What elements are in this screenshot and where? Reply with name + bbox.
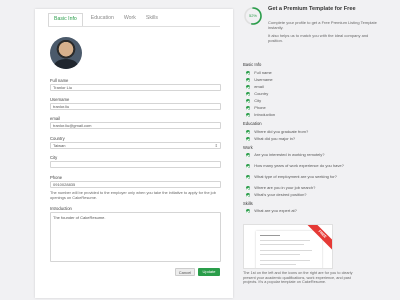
check-icon [246,153,251,158]
doc-line [260,254,300,256]
introduction-label: Introduction [50,206,72,211]
check-icon [246,137,251,142]
country-select-value: Taiwan [53,143,66,148]
checklist-item: Introduction [246,112,366,118]
update-button[interactable]: Update [198,268,220,276]
checklist-item: Phone [246,105,366,111]
doc-line [260,250,312,252]
phone-label: Phone [50,175,63,180]
tab-bar: Basic Info Education Work Skills [48,13,168,27]
check-icon [246,130,251,135]
checklist-work-title: Work [243,145,253,150]
tab-work[interactable]: Work [124,13,136,27]
tab-divider [48,26,220,27]
phone-note: The number will be provided to the emplo… [50,190,216,200]
avatar[interactable] [50,37,82,69]
template-document [256,231,322,268]
check-icon [246,209,251,214]
checklist-item: Where are you in your job search? [246,185,366,191]
promo-body-line-2: It also helps us to match you with the i… [268,33,369,43]
cancel-button[interactable]: Cancel [175,268,195,276]
checklist-item: What type of employment are you seeking … [246,174,366,180]
doc-line [260,235,280,237]
email-label: email [50,116,61,121]
full-name-input[interactable]: Tranlor Liu [50,84,221,91]
full-name-label: Full name [50,78,69,83]
country-select[interactable]: Taiwan ⇕ [50,142,221,149]
promo-body-line-1: Complete your profile to get a Free Prem… [268,20,377,30]
introduction-textarea[interactable]: The founder of CakeResume. [50,212,221,262]
checklist-skills-title: Skills [243,201,253,206]
doc-line [260,264,296,266]
checklist-item: City [246,98,366,104]
phone-input[interactable]: 0910028835 [50,181,221,188]
check-icon [246,99,251,104]
country-label: Country [50,136,65,141]
checklist-item: What are you expert at? [246,208,366,214]
checklist-basic-title: Basic Info [243,62,262,67]
profile-form-card: Basic Info Education Work Skills Full na… [35,9,233,298]
tab-education[interactable]: Education [91,13,114,27]
check-icon [246,186,251,191]
check-icon [246,106,251,111]
doc-line [260,260,310,262]
check-icon [246,193,251,198]
check-icon [246,78,251,83]
email-input[interactable]: tranlor.liu@gmail.com [50,122,221,129]
checklist-item: What's your desired position? [246,192,366,198]
check-icon [246,113,251,118]
tab-basic-info[interactable]: Basic Info [48,13,83,26]
promo-body: Complete your profile to get a Free Prem… [268,20,380,43]
username-label: Username [50,97,70,102]
check-icon [246,92,251,97]
checklist-item: Username [246,77,366,83]
checklist-item: Full name [246,70,366,76]
promo-title: Get a Premium Template for Free [268,6,356,12]
checklist-item: Are you interested in working remotely? [246,152,366,158]
template-caption: The 1st on the left and the icons on the… [243,271,353,285]
check-icon [246,164,251,169]
check-icon [246,85,251,90]
username-input[interactable]: tranlor.liu [50,103,221,110]
doc-line [260,240,310,242]
city-label: City [50,155,58,160]
checklist-item: How many years of work experience do you… [246,163,366,169]
select-arrows-icon: ⇕ [214,143,218,148]
doc-line [260,244,304,246]
check-icon [246,175,251,180]
checklist-education-title: Education [243,121,262,126]
tab-skills[interactable]: Skills [146,13,158,27]
city-input[interactable] [50,161,221,168]
checklist-item: email [246,84,366,90]
checklist-item: Country [246,91,366,97]
checklist-item: What did you major in? [246,136,366,142]
template-preview[interactable]: FREE [243,224,333,269]
progress-percent: 52% [248,13,257,18]
check-icon [246,71,251,76]
checklist-item: Where did you graduate from? [246,129,366,135]
